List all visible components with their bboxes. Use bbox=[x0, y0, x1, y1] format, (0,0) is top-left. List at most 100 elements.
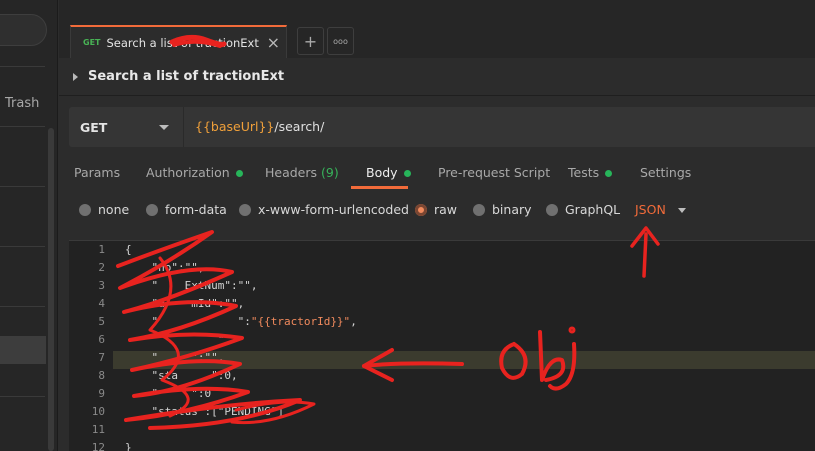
sidebar: Trash bbox=[0, 0, 58, 451]
code-line: "sta ":0, bbox=[125, 369, 238, 382]
code-line: "status":["PENDING"] bbox=[125, 405, 284, 418]
body-type-options: none form-data x-www-form-urlencoded raw… bbox=[59, 198, 815, 224]
radio-label: form-data bbox=[165, 202, 227, 217]
radio-raw[interactable]: raw bbox=[415, 202, 457, 217]
radio-label: binary bbox=[492, 202, 532, 217]
request-tab[interactable]: GET Search a list of tractionExt × bbox=[70, 25, 287, 58]
tab-authorization[interactable]: Authorization bbox=[146, 165, 243, 180]
tab-params[interactable]: Params bbox=[74, 165, 120, 180]
request-subtabs: Params Authorization Headers (9) Body Pr… bbox=[59, 158, 815, 190]
line-number: 2 bbox=[98, 261, 105, 274]
tab-authorization-label: Authorization bbox=[146, 165, 230, 180]
headers-count: (9) bbox=[321, 165, 339, 180]
tab-body-label: Body bbox=[366, 165, 398, 180]
radio-label: raw bbox=[434, 202, 458, 217]
tab-tests-label: Tests bbox=[568, 165, 600, 180]
status-dot-icon bbox=[235, 170, 243, 177]
radio-icon bbox=[473, 203, 485, 216]
body-code-editor[interactable]: 1 2 3 4 5 6 7 8 9 10 11 12 { "no":"", " ExtNum":"",… bbox=[69, 240, 815, 451]
tab-title: Search a list of tractionExt bbox=[106, 35, 259, 50]
line-number: 12 bbox=[91, 441, 105, 451]
line-number: 11 bbox=[91, 423, 105, 436]
radio-binary[interactable]: binary bbox=[473, 202, 532, 217]
url-bar: GET {{baseUrl}}/search/ bbox=[69, 107, 815, 147]
code-line: " ":0 bbox=[125, 387, 211, 400]
caret-right-icon[interactable] bbox=[73, 72, 78, 81]
tab-prerequest-script[interactable]: Pre-request Script bbox=[438, 165, 550, 180]
sidebar-item-selected[interactable] bbox=[0, 336, 46, 364]
tab-headers[interactable]: Headers (9) bbox=[265, 165, 339, 180]
radio-label: none bbox=[98, 202, 130, 217]
sidebar-divider bbox=[0, 396, 45, 397]
request-title[interactable]: Search a list of tractionExt bbox=[88, 69, 284, 84]
code-line: " ExtNum":"", bbox=[125, 279, 257, 292]
line-number: 6 bbox=[98, 333, 105, 346]
radio-icon bbox=[146, 203, 158, 216]
new-tab-button[interactable]: + bbox=[297, 27, 324, 55]
sidebar-scrollbar[interactable] bbox=[48, 128, 54, 451]
radio-icon bbox=[546, 203, 558, 216]
radio-urlencoded[interactable]: x-www-form-urlencoded bbox=[239, 202, 409, 217]
code-line: " ":"{{tractorId}}", bbox=[125, 315, 356, 328]
code-line: "no":"", bbox=[125, 261, 204, 274]
request-header: Search a list of tractionExt bbox=[59, 58, 815, 96]
code-text: "no":"", bbox=[125, 261, 205, 274]
more-icon: ooo bbox=[333, 36, 348, 46]
radio-label: GraphQL bbox=[565, 202, 621, 217]
code-line: " " bbox=[125, 333, 224, 346]
code-text: " ":"", bbox=[125, 351, 225, 364]
radio-icon bbox=[239, 203, 251, 216]
sidebar-divider bbox=[0, 186, 45, 187]
sidebar-divider bbox=[0, 306, 45, 307]
radio-icon bbox=[79, 203, 91, 216]
sidebar-divider bbox=[0, 126, 45, 127]
url-input[interactable]: {{baseUrl}}/search/ bbox=[195, 119, 324, 134]
code-text: "status":["PENDING"] bbox=[125, 405, 284, 418]
active-tab-underline bbox=[351, 186, 408, 189]
radio-form-data[interactable]: form-data bbox=[146, 202, 227, 217]
tab-options-button[interactable]: ooo bbox=[327, 27, 354, 55]
sidebar-search-input[interactable] bbox=[0, 14, 47, 46]
tab-tests[interactable]: Tests bbox=[568, 165, 613, 180]
line-number: 4 bbox=[98, 297, 105, 310]
tab-headers-label: Headers bbox=[265, 165, 318, 180]
line-number: 3 bbox=[98, 279, 105, 292]
line-number: 1 bbox=[98, 243, 105, 256]
radio-none[interactable]: none bbox=[79, 202, 129, 217]
code-text: "sta ":0, bbox=[125, 369, 238, 382]
line-number: 5 bbox=[98, 315, 105, 328]
code-text: " ": bbox=[125, 315, 251, 328]
radio-graphql[interactable]: GraphQL bbox=[546, 202, 620, 217]
code-text: { bbox=[125, 243, 132, 256]
chevron-down-icon bbox=[159, 125, 169, 130]
code-line: { bbox=[125, 243, 132, 256]
code-line: } bbox=[125, 441, 132, 451]
line-number: 7 bbox=[98, 351, 105, 364]
tab-method-badge: GET bbox=[83, 38, 101, 47]
tab-settings[interactable]: Settings bbox=[640, 165, 691, 180]
line-number: 8 bbox=[98, 369, 105, 382]
chevron-down-icon[interactable] bbox=[678, 208, 686, 213]
status-dot-icon bbox=[605, 170, 613, 177]
line-number: 10 bbox=[91, 405, 105, 418]
status-dot-icon bbox=[403, 170, 411, 177]
method-select[interactable]: GET bbox=[69, 107, 184, 147]
code-text: "d mId":"", bbox=[125, 297, 245, 310]
sidebar-item-trash[interactable]: Trash bbox=[5, 96, 39, 111]
url-path: /search/ bbox=[274, 119, 325, 134]
code-text: } bbox=[125, 441, 132, 451]
radio-checked-icon bbox=[415, 203, 427, 216]
sidebar-divider bbox=[0, 66, 45, 67]
plus-icon: + bbox=[303, 31, 318, 51]
line-number-gutter: 1 2 3 4 5 6 7 8 9 10 11 12 bbox=[69, 241, 113, 451]
radio-label: x-www-form-urlencoded bbox=[258, 202, 409, 217]
code-text: " " bbox=[125, 333, 225, 346]
code-text: " ":0 bbox=[125, 387, 212, 400]
request-tab-bar: GET Search a list of tractionExt × + ooo bbox=[59, 0, 815, 58]
url-variable: {{baseUrl}} bbox=[195, 119, 275, 134]
tab-body[interactable]: Body bbox=[366, 165, 411, 180]
code-line: "d mId":"", bbox=[125, 297, 244, 310]
sidebar-divider bbox=[0, 246, 45, 247]
format-select[interactable]: JSON bbox=[635, 202, 666, 217]
close-icon[interactable]: × bbox=[267, 33, 280, 52]
